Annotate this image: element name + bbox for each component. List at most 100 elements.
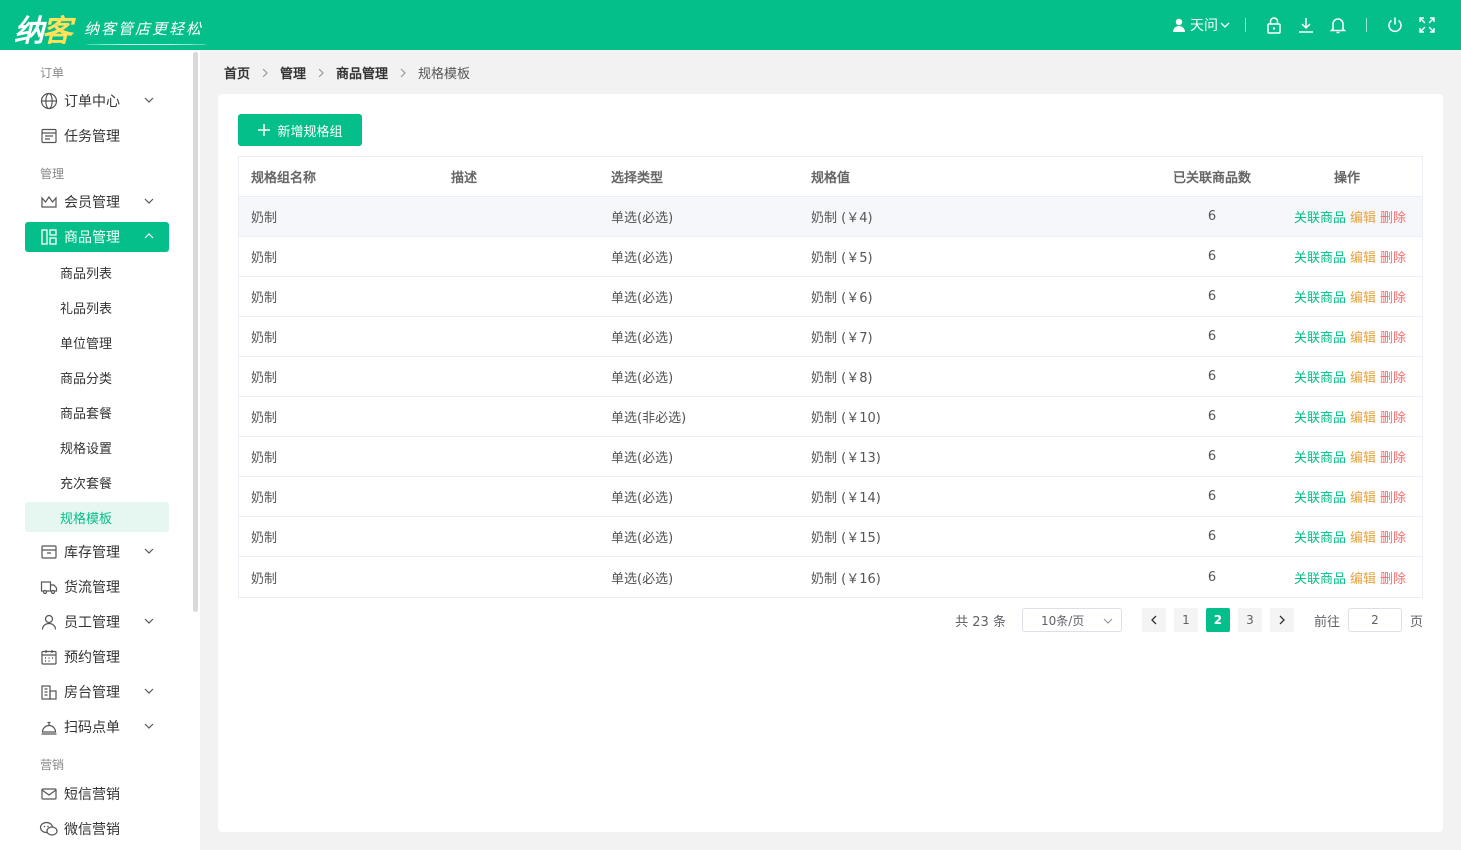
edit-button[interactable]: 编辑 [1350, 407, 1376, 426]
fullscreen-icon[interactable] [1417, 15, 1437, 35]
cell-count: 6 [1207, 249, 1217, 264]
edit-button[interactable]: 编辑 [1350, 487, 1376, 506]
link-goods-button[interactable]: 关联商品 [1294, 568, 1346, 587]
breadcrumb-goods[interactable]: 商品管理 [336, 63, 388, 82]
page-button-2[interactable]: 2 [1205, 608, 1230, 632]
goto-page-input[interactable]: 2 [1347, 608, 1402, 632]
link-goods-button[interactable]: 关联商品 [1294, 487, 1346, 506]
sidebar-subitem-unit[interactable]: 单位管理 [25, 327, 169, 357]
cell-count: 6 [1207, 529, 1217, 544]
link-goods-button[interactable]: 关联商品 [1294, 447, 1346, 466]
sidebar-subitem-recharge[interactable]: 充次套餐 [25, 467, 169, 497]
edit-button[interactable]: 编辑 [1350, 247, 1376, 266]
page-button-1[interactable]: 1 [1173, 608, 1198, 632]
bell-service-icon [39, 717, 59, 737]
link-goods-button[interactable]: 关联商品 [1294, 247, 1346, 266]
sidebar-subitem-goods-list[interactable]: 商品列表 [25, 257, 169, 287]
breadcrumb-home[interactable]: 首页 [224, 63, 250, 82]
brand-logo[interactable]: 纳客 纳客管店更轻松 [14, 6, 208, 50]
cell-value: 奶制 (￥13) [811, 451, 881, 466]
sidebar-subitem-package[interactable]: 商品套餐 [25, 397, 169, 427]
sidebar-item-scan-order[interactable]: 扫码点单 [25, 712, 169, 742]
sidebar-subitem-spec-setting[interactable]: 规格设置 [25, 432, 169, 462]
chevron-down-icon [144, 618, 154, 624]
table-row: 奶制 单选(必选) 奶制 (￥6) 6 关联商品 编辑 删除 [239, 277, 1422, 317]
user-menu[interactable]: 天问 [1171, 15, 1233, 35]
page-button-3[interactable]: 3 [1237, 608, 1262, 632]
link-goods-button[interactable]: 关联商品 [1294, 327, 1346, 346]
building-icon [39, 682, 59, 702]
cell-name: 奶制 [251, 411, 278, 426]
cell-value: 奶制 (￥10) [811, 411, 881, 426]
bell-icon[interactable] [1328, 15, 1348, 35]
task-icon [39, 126, 59, 146]
user-name: 天问 [1190, 18, 1218, 34]
add-spec-group-button[interactable]: 新增规格组 [238, 114, 362, 146]
sidebar-item-wechat[interactable]: 微信营销 [25, 814, 169, 844]
cell-value: 奶制 (￥4) [811, 211, 873, 226]
delete-button[interactable]: 删除 [1380, 407, 1406, 426]
chevron-down-icon [144, 688, 154, 694]
delete-button[interactable]: 删除 [1380, 207, 1406, 226]
sidebar-subitem-spec-template[interactable]: 规格模板 [25, 502, 169, 532]
delete-button[interactable]: 删除 [1380, 487, 1406, 506]
globe-icon [39, 91, 59, 111]
cell-actions: 关联商品 编辑 删除 [1272, 527, 1422, 546]
delete-button[interactable]: 删除 [1380, 568, 1406, 587]
delete-button[interactable]: 删除 [1380, 247, 1406, 266]
sidebar-item-staff[interactable]: 员工管理 [25, 607, 169, 637]
chevron-down-icon [1220, 22, 1230, 28]
link-goods-button[interactable]: 关联商品 [1294, 367, 1346, 386]
delete-button[interactable]: 删除 [1380, 447, 1406, 466]
link-goods-button[interactable]: 关联商品 [1294, 207, 1346, 226]
logo-slogan: 纳客管店更轻松 [84, 19, 208, 45]
delete-button[interactable]: 删除 [1380, 527, 1406, 546]
lock-icon[interactable] [1264, 15, 1284, 35]
link-goods-button[interactable]: 关联商品 [1294, 287, 1346, 306]
power-icon[interactable] [1385, 15, 1405, 35]
delete-button[interactable]: 删除 [1380, 287, 1406, 306]
sidebar-item-task[interactable]: 任务管理 [25, 121, 169, 151]
link-goods-button[interactable]: 关联商品 [1294, 407, 1346, 426]
sidebar-item-logistics[interactable]: 货流管理 [25, 572, 169, 602]
cell-name: 奶制 [251, 571, 278, 587]
link-goods-button[interactable]: 关联商品 [1294, 527, 1346, 546]
page-size-select[interactable]: 10条/页 [1021, 608, 1122, 632]
cell-name: 奶制 [251, 371, 278, 386]
col-header-actions: 操作 [1333, 171, 1360, 186]
sidebar-item-label: 库存管理 [64, 545, 120, 561]
edit-button[interactable]: 编辑 [1350, 568, 1376, 587]
grid-icon [39, 227, 59, 247]
delete-button[interactable]: 删除 [1380, 367, 1406, 386]
person-icon [39, 612, 59, 632]
edit-button[interactable]: 编辑 [1350, 327, 1376, 346]
sidebar-item-sms[interactable]: 短信营销 [25, 779, 169, 809]
sidebar-item-member[interactable]: 会员管理 [25, 187, 169, 217]
sidebar-item-room[interactable]: 房台管理 [25, 677, 169, 707]
delete-button[interactable]: 删除 [1380, 327, 1406, 346]
sidebar-item-order-center[interactable]: 订单中心 [25, 86, 169, 116]
sidebar-subitem-gift-list[interactable]: 礼品列表 [25, 292, 169, 322]
breadcrumb-manage[interactable]: 管理 [280, 63, 306, 82]
sidebar-item-goods[interactable]: 商品管理 [25, 222, 169, 252]
breadcrumb-current: 规格模板 [418, 67, 471, 82]
box-icon [39, 542, 59, 562]
edit-button[interactable]: 编辑 [1350, 207, 1376, 226]
edit-button[interactable]: 编辑 [1350, 287, 1376, 306]
sidebar-item-booking[interactable]: 预约管理 [25, 642, 169, 672]
download-icon[interactable] [1296, 15, 1316, 35]
cell-type: 单选(必选) [611, 211, 674, 226]
sidebar-subitem-category[interactable]: 商品分类 [25, 362, 169, 392]
edit-button[interactable]: 编辑 [1350, 447, 1376, 466]
prev-page-button[interactable] [1141, 608, 1166, 632]
cell-type: 单选(必选) [611, 371, 674, 386]
main-card: 新增规格组 规格组名称 描述 选择类型 规格值 已关联商品数 操作 奶制 单选(必… [218, 94, 1443, 832]
next-page-button[interactable] [1269, 608, 1294, 632]
calendar-icon [39, 647, 59, 667]
sidebar-item-inventory[interactable]: 库存管理 [25, 537, 169, 567]
group-title-manage: 管理 [40, 167, 65, 181]
cell-name: 奶制 [251, 451, 278, 466]
sidebar-scrollbar[interactable] [193, 52, 198, 612]
edit-button[interactable]: 编辑 [1350, 527, 1376, 546]
edit-button[interactable]: 编辑 [1350, 367, 1376, 386]
